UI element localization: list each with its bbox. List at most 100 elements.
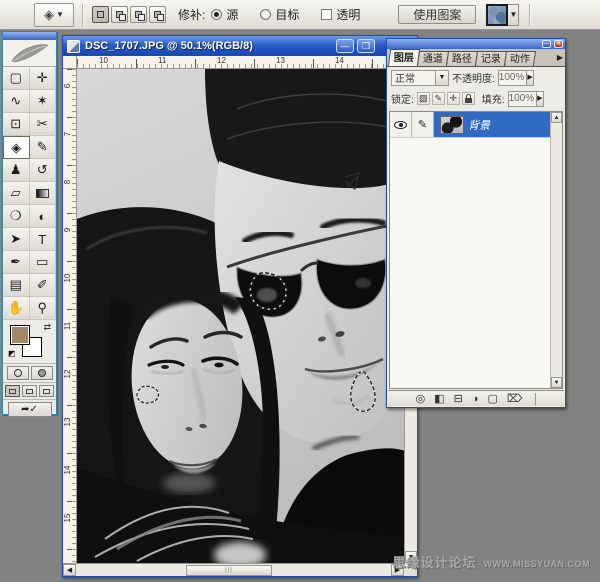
notes-tool[interactable]: ▤ bbox=[3, 274, 30, 297]
blend-mode-select[interactable]: 正常 ▼ bbox=[391, 70, 449, 86]
panel-scrollbar[interactable]: ▲ ▼ bbox=[550, 112, 562, 388]
panel-tabs: 图层通道路径记录动作 ▶ bbox=[387, 49, 565, 67]
zoom-tool[interactable]: ⚲ bbox=[30, 297, 57, 320]
chevron-right-icon: ▶ bbox=[536, 92, 542, 106]
default-colors-icon[interactable]: ◩ bbox=[8, 349, 16, 358]
type-tool[interactable]: T bbox=[30, 228, 57, 251]
pattern-swatch[interactable] bbox=[486, 4, 508, 26]
gradient-icon bbox=[36, 189, 49, 198]
scrollbar-thumb[interactable]: ||| bbox=[186, 565, 272, 576]
standard-mode-button[interactable] bbox=[7, 366, 29, 380]
maximize-button[interactable]: ❐ bbox=[357, 39, 375, 53]
tab-通道[interactable]: 通道 bbox=[417, 51, 449, 66]
delete-layer-icon[interactable]: ⌦ bbox=[507, 392, 523, 406]
slice-tool[interactable]: ✂ bbox=[30, 113, 57, 136]
vertical-ruler: 6789101112131415 bbox=[63, 69, 77, 563]
rectangular-marquee-tool[interactable]: ▢ bbox=[3, 67, 30, 90]
lock-position-icon[interactable]: ✛ bbox=[447, 92, 460, 105]
lock-pixels-icon[interactable]: ✎ bbox=[432, 92, 445, 105]
layer-row[interactable]: ✎ 背景 bbox=[390, 112, 562, 138]
scroll-left-icon[interactable]: ◀ bbox=[63, 564, 76, 576]
destination-radio[interactable]: 目标 bbox=[260, 6, 299, 23]
standard-screen-button[interactable] bbox=[5, 385, 20, 397]
move-tool[interactable]: ✛ bbox=[30, 67, 57, 90]
add-to-selection-icon[interactable] bbox=[111, 6, 128, 23]
eraser-tool[interactable]: ▱ bbox=[3, 182, 30, 205]
transparent-checkbox[interactable]: 透明 bbox=[321, 6, 360, 23]
mask-mode-row bbox=[3, 364, 56, 383]
blur-tool[interactable]: ❍ bbox=[3, 205, 30, 228]
panel-minimize-button[interactable]: — bbox=[542, 40, 551, 48]
quick-mask-mode-button[interactable] bbox=[31, 366, 53, 380]
layer-name[interactable]: 背景 bbox=[468, 112, 544, 137]
opacity-input[interactable]: 100% ▶ bbox=[498, 70, 534, 86]
clone-stamp-tool[interactable]: ♟ bbox=[3, 159, 30, 182]
new-layer-group-icon[interactable]: ⊟ bbox=[454, 392, 463, 406]
image-canvas[interactable] bbox=[77, 69, 405, 563]
checkbox-icon bbox=[321, 9, 332, 20]
ruler-number: 13 bbox=[63, 415, 72, 429]
crop-tool[interactable]: ⊡ bbox=[3, 113, 30, 136]
jump-to-imageready-button[interactable]: ➦✓ bbox=[8, 402, 52, 417]
use-pattern-button[interactable]: 使用图案 bbox=[398, 5, 476, 24]
intersect-selection-icon[interactable] bbox=[149, 6, 166, 23]
new-layer-icon[interactable]: ▢ bbox=[487, 392, 497, 406]
path-selection-icon: ➤ bbox=[10, 231, 21, 247]
toolbox-title-strip[interactable] bbox=[3, 32, 56, 40]
hand-tool[interactable]: ✋ bbox=[3, 297, 30, 320]
magic-wand-tool[interactable]: ✶ bbox=[30, 90, 57, 113]
eyedropper-tool[interactable]: ✐ bbox=[30, 274, 57, 297]
layer-visibility-toggle[interactable] bbox=[390, 112, 412, 137]
panel-menu-arrow-icon[interactable]: ▶ bbox=[557, 53, 563, 62]
history-brush-icon: ↺ bbox=[37, 162, 48, 178]
lasso-tool[interactable]: ∿ bbox=[3, 90, 30, 113]
chevron-down-icon: ▼ bbox=[435, 71, 448, 85]
tab-路径[interactable]: 路径 bbox=[446, 51, 478, 66]
tab-动作[interactable]: 动作 bbox=[504, 51, 536, 66]
swap-colors-icon[interactable]: ⇄ bbox=[43, 322, 51, 333]
ruler-corner bbox=[63, 56, 77, 69]
lock-transparency-icon[interactable]: ▨ bbox=[417, 92, 430, 105]
add-layer-mask-icon[interactable]: ◧ bbox=[434, 392, 444, 406]
pen-tool[interactable]: ✒ bbox=[3, 251, 30, 274]
panel-title-bar[interactable]: — ✕ bbox=[387, 39, 565, 49]
new-selection-icon[interactable] bbox=[92, 6, 109, 23]
layer-style-icon[interactable]: ◎ bbox=[416, 392, 426, 406]
tab-图层[interactable]: 图层 bbox=[388, 49, 420, 66]
file-type-icon bbox=[67, 40, 80, 53]
patch-tool-preset[interactable]: ◈ ▼ bbox=[34, 3, 74, 27]
tab-记录[interactable]: 记录 bbox=[475, 51, 507, 66]
gradient-tool[interactable] bbox=[30, 182, 57, 205]
active-layer-indicator: ✎ bbox=[412, 112, 434, 137]
brush-tool[interactable]: ✎ bbox=[30, 136, 57, 159]
shape-tool[interactable]: ▭ bbox=[30, 251, 57, 274]
type-icon: T bbox=[38, 232, 46, 247]
fill-input[interactable]: 100% ▶ bbox=[508, 91, 544, 107]
document-window: DSC_1707.JPG @ 50.1%(RGB/8) — ❐ 10111213… bbox=[62, 35, 418, 577]
new-adjustment-layer-icon[interactable]: ◑ bbox=[472, 392, 479, 406]
fullscreen-button[interactable] bbox=[39, 385, 54, 397]
subtract-from-selection-icon[interactable] bbox=[130, 6, 147, 23]
selection-mode-group bbox=[92, 6, 168, 23]
imageready-row: ➦✓ bbox=[3, 400, 56, 419]
horizontal-ruler: 101112131415 bbox=[77, 56, 404, 69]
fullscreen-menubar-button[interactable] bbox=[22, 385, 37, 397]
pattern-dropdown-arrow[interactable]: ▼ bbox=[508, 4, 519, 26]
history-brush-tool[interactable]: ↺ bbox=[30, 159, 57, 182]
tool-grid: ▢✛∿✶⊡✂◈✎♟ ↺ ▱❍◐ ➤ T ✒▭▤✐✋⚲ bbox=[3, 67, 56, 320]
eye-icon bbox=[394, 121, 407, 129]
path-selection-tool[interactable]: ➤ bbox=[3, 228, 30, 251]
ruler-number: 11 bbox=[158, 56, 166, 65]
scroll-up-icon[interactable]: ▲ bbox=[551, 112, 562, 123]
separator bbox=[529, 4, 531, 26]
lock-all-icon[interactable] bbox=[462, 92, 475, 105]
minimize-button[interactable]: — bbox=[336, 39, 354, 53]
source-radio[interactable]: 源 bbox=[211, 6, 238, 23]
foreground-color-swatch[interactable] bbox=[10, 325, 30, 345]
panel-close-button[interactable]: ✕ bbox=[554, 40, 563, 48]
scroll-down-icon[interactable]: ▼ bbox=[551, 377, 562, 388]
dodge-tool[interactable]: ◐ bbox=[30, 205, 57, 228]
layer-thumbnail[interactable] bbox=[440, 116, 464, 134]
horizontal-scrollbar[interactable]: ◀ ||| ▶ bbox=[63, 563, 404, 576]
patch-tool[interactable]: ◈ bbox=[3, 136, 30, 159]
